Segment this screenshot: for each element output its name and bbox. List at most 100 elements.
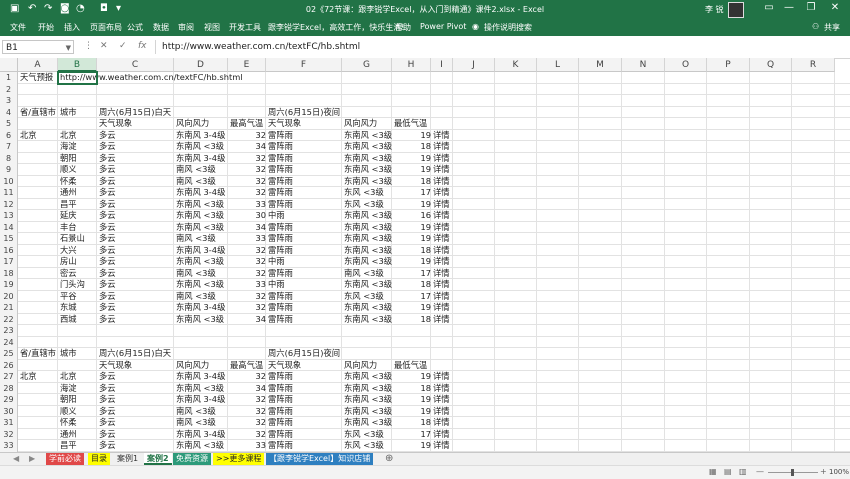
cell[interactable]: 东南风 <3级 (342, 153, 392, 165)
row-header-28[interactable]: 28 (0, 382, 18, 394)
cell[interactable]: 房山 (58, 256, 77, 268)
cell[interactable]: 通州 (58, 429, 77, 441)
cell[interactable]: 东风 <3级 (342, 440, 384, 452)
cell[interactable]: 顺义 (58, 406, 77, 418)
row-header-7[interactable]: 7 (0, 141, 18, 153)
row-header-22[interactable]: 22 (0, 313, 18, 325)
cell[interactable]: 17 (392, 291, 433, 303)
column-header-d[interactable]: D (174, 58, 228, 72)
cell[interactable]: 33 (228, 199, 268, 211)
cell[interactable]: 雷阵雨 (266, 440, 293, 452)
column-header-k[interactable]: K (495, 58, 537, 72)
details-link[interactable]: 详情 (431, 130, 450, 142)
cell[interactable]: 19 (392, 371, 433, 383)
details-link[interactable]: 详情 (431, 256, 450, 268)
cell[interactable]: 雷阵雨 (266, 187, 293, 199)
share-button[interactable]: 共享 (824, 22, 840, 33)
cell[interactable]: 风向风力 (342, 360, 377, 372)
row-header-25[interactable]: 25 (0, 348, 18, 360)
cell[interactable]: 平谷 (58, 291, 77, 303)
sheet-tab-6[interactable]: 【跟李锐学Excel】知识店铺 (266, 453, 374, 465)
name-box[interactable]: B1 ▼ (2, 40, 74, 54)
formula-input[interactable]: http://www.weather.com.cn/textFC/hb.shtm… (155, 40, 845, 54)
details-link[interactable]: 详情 (431, 291, 450, 303)
cell[interactable]: http://www.weather.com.cn/textFC/hb.shtm… (58, 72, 243, 84)
row-header-21[interactable]: 21 (0, 302, 18, 314)
row-header-14[interactable]: 14 (0, 221, 18, 233)
cell[interactable]: 32 (228, 429, 268, 441)
cell[interactable]: 东南风 3-4级 (174, 245, 225, 257)
worksheet-grid[interactable]: A B C D E F G H I J K L M N O P Q R 1 天气预报 http://www.weathe… (0, 58, 850, 452)
cell[interactable]: 32 (228, 371, 268, 383)
cell[interactable]: 雷阵雨 (266, 371, 293, 383)
cell[interactable]: 东城 (58, 302, 77, 314)
cell[interactable]: 32 (228, 245, 268, 257)
cell[interactable]: 19 (392, 302, 433, 314)
column-header-b[interactable]: B (58, 58, 97, 72)
row-header-10[interactable]: 10 (0, 175, 18, 187)
cell[interactable]: 32 (228, 187, 268, 199)
cell[interactable]: 多云 (97, 406, 116, 418)
cell[interactable]: 东南风 <3级 (342, 406, 392, 418)
cell[interactable]: 东南风 <3级 (342, 222, 392, 234)
cell[interactable]: 东南风 <3级 (342, 245, 392, 257)
cell[interactable]: 雷阵雨 (266, 406, 293, 418)
cell[interactable]: 城市 (58, 107, 77, 119)
cell[interactable]: 石景山 (58, 233, 85, 245)
cell[interactable]: 多云 (97, 164, 116, 176)
cell[interactable]: 南风 <3级 (174, 406, 216, 418)
cell[interactable]: 雷阵雨 (266, 314, 293, 326)
zoom-slider-handle[interactable] (791, 469, 794, 476)
details-link[interactable]: 详情 (431, 268, 450, 280)
cell[interactable]: 天气现象 (97, 360, 132, 372)
cell[interactable]: 密云 (58, 268, 77, 280)
tab-developer[interactable]: 开发工具 (229, 22, 261, 33)
row-header-5[interactable]: 5 (0, 118, 18, 130)
cell[interactable]: 顺义 (58, 164, 77, 176)
cell[interactable]: 34 (228, 141, 268, 153)
tab-insert[interactable]: 插入 (64, 22, 80, 33)
sheet-tab-4[interactable]: 免费资源 (173, 453, 211, 465)
row-header-16[interactable]: 16 (0, 244, 18, 256)
cell[interactable]: 怀柔 (58, 417, 77, 429)
cell[interactable]: 周六(6月15日)白天 (97, 107, 171, 119)
details-link[interactable]: 详情 (431, 222, 450, 234)
cell[interactable]: 周六(6月15日)白天 (97, 348, 171, 360)
chevron-down-icon[interactable]: ▼ (66, 41, 71, 55)
row-header-17[interactable]: 17 (0, 256, 18, 268)
cell[interactable]: 多云 (97, 233, 116, 245)
ribbon-display-icon[interactable]: ▭ (760, 2, 778, 13)
details-link[interactable]: 详情 (431, 302, 450, 314)
row-header-4[interactable]: 4 (0, 106, 18, 118)
cell[interactable]: 34 (228, 314, 268, 326)
cell[interactable]: 18 (392, 279, 433, 291)
cell[interactable]: 多云 (97, 417, 116, 429)
cell[interactable]: 东风 <3级 (342, 199, 384, 211)
cell[interactable]: 怀柔 (58, 176, 77, 188)
sheet-tab-3[interactable]: 案例2 (144, 453, 172, 465)
cell[interactable]: 东风 <3级 (342, 429, 384, 441)
details-link[interactable]: 详情 (431, 383, 450, 395)
cell[interactable]: 中雨 (266, 210, 285, 222)
cell[interactable]: 32 (228, 176, 268, 188)
cell[interactable]: 南风 <3级 (342, 268, 384, 280)
cell[interactable]: 东南风 <3级 (342, 279, 392, 291)
cell[interactable]: 19 (392, 406, 433, 418)
cell[interactable]: 34 (228, 383, 268, 395)
cell[interactable]: 最低气温 (392, 118, 427, 130)
cell[interactable]: 东南风 <3级 (174, 141, 224, 153)
column-header-j[interactable]: J (453, 58, 495, 72)
row-header-13[interactable]: 13 (0, 210, 18, 222)
cell[interactable]: 海淀 (58, 383, 77, 395)
row-header-11[interactable]: 11 (0, 187, 18, 199)
sheet-tab-5[interactable]: >>更多课程 (213, 453, 265, 465)
cell[interactable]: 32 (228, 164, 268, 176)
sheet-prev-icon[interactable]: ◀ (10, 453, 22, 465)
cell[interactable]: 东南风 <3级 (342, 210, 392, 222)
cell[interactable]: 南风 <3级 (174, 176, 216, 188)
normal-view-icon[interactable]: ▦ (709, 467, 717, 476)
sheet-tab-2[interactable]: 案例1 (114, 453, 142, 465)
row-header-20[interactable]: 20 (0, 290, 18, 302)
cell[interactable]: 东南风 <3级 (174, 222, 224, 234)
cell[interactable]: 32 (228, 394, 268, 406)
